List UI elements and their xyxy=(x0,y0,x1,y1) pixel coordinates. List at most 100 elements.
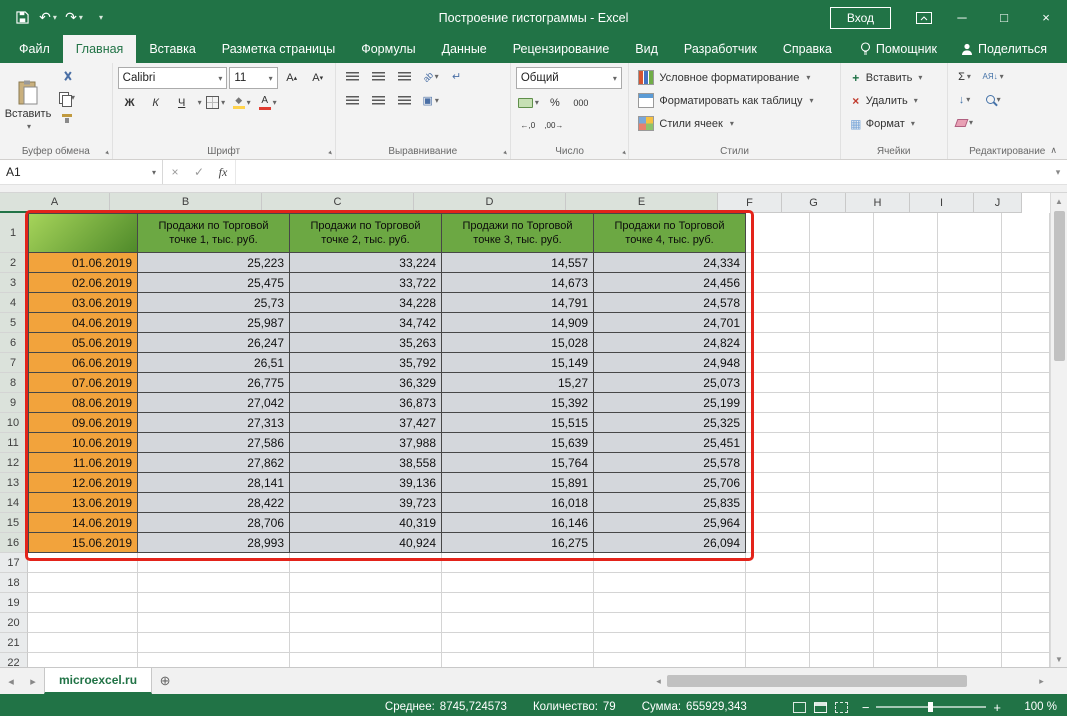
value-cell[interactable]: 25,475 xyxy=(138,273,290,293)
cell[interactable] xyxy=(810,593,874,613)
close-button[interactable]: × xyxy=(1025,0,1067,35)
cell[interactable] xyxy=(442,573,594,593)
row-header-20[interactable]: 20 xyxy=(0,613,28,633)
cell[interactable] xyxy=(290,613,442,633)
row-header-6[interactable]: 6 xyxy=(0,333,28,353)
cell[interactable] xyxy=(874,513,938,533)
cell[interactable] xyxy=(1002,433,1050,453)
row-header-1[interactable]: 1 xyxy=(0,213,28,253)
cell[interactable] xyxy=(810,213,874,253)
name-box[interactable]: A1▾ xyxy=(0,160,163,184)
cell[interactable] xyxy=(746,453,810,473)
ribbon-tab[interactable]: Главная xyxy=(63,35,137,63)
copy-button[interactable]: ▾ xyxy=(55,88,79,107)
value-cell[interactable]: 34,742 xyxy=(290,313,442,333)
cell[interactable] xyxy=(938,453,1002,473)
cell[interactable] xyxy=(746,613,810,633)
minimize-button[interactable]: ─ xyxy=(941,0,983,35)
row-header-16[interactable]: 16 xyxy=(0,533,28,553)
date-cell[interactable]: 08.06.2019 xyxy=(28,393,138,413)
value-cell[interactable]: 37,988 xyxy=(290,433,442,453)
cell[interactable] xyxy=(874,653,938,667)
cell[interactable] xyxy=(28,573,138,593)
ribbon-tab[interactable]: Формулы xyxy=(348,35,428,63)
cell[interactable] xyxy=(938,573,1002,593)
row-header-4[interactable]: 4 xyxy=(0,293,28,313)
value-cell[interactable]: 15,515 xyxy=(442,413,594,433)
cell[interactable] xyxy=(810,653,874,667)
collapse-ribbon-button[interactable]: ∧ xyxy=(1050,145,1057,156)
cell[interactable] xyxy=(28,613,138,633)
value-cell[interactable]: 24,824 xyxy=(594,333,746,353)
row-header-9[interactable]: 9 xyxy=(0,393,28,413)
find-select-button[interactable]: ▾ xyxy=(981,90,1006,109)
cell[interactable] xyxy=(938,333,1002,353)
value-cell[interactable]: 25,199 xyxy=(594,393,746,413)
next-sheet-button[interactable]: ▸ xyxy=(22,668,44,694)
horizontal-scrollbar-thumb[interactable] xyxy=(667,675,967,687)
sort-filter-button[interactable]: АЯ↓▾ xyxy=(981,67,1006,86)
decrease-decimal-button[interactable]: ,00→ xyxy=(542,116,566,135)
value-cell[interactable]: 39,723 xyxy=(290,493,442,513)
cell-a1[interactable] xyxy=(28,213,138,253)
cancel-formula-button[interactable]: × xyxy=(163,165,187,179)
cell[interactable] xyxy=(938,473,1002,493)
cell[interactable] xyxy=(810,333,874,353)
value-cell[interactable]: 25,73 xyxy=(138,293,290,313)
cell[interactable] xyxy=(810,453,874,473)
cell[interactable] xyxy=(810,513,874,533)
cell[interactable] xyxy=(938,553,1002,573)
cell[interactable] xyxy=(874,633,938,653)
ribbon-tab[interactable]: Рецензирование xyxy=(500,35,623,63)
ribbon-tab[interactable]: Разработчик xyxy=(671,35,770,63)
value-cell[interactable]: 33,224 xyxy=(290,253,442,273)
cell[interactable] xyxy=(810,353,874,373)
cell[interactable] xyxy=(1002,313,1050,333)
column-header-j[interactable]: J xyxy=(974,193,1022,213)
format-painter-button[interactable] xyxy=(55,109,79,128)
increase-font-button[interactable]: А▴ xyxy=(280,69,304,88)
value-cell[interactable]: 14,791 xyxy=(442,293,594,313)
cell[interactable] xyxy=(938,353,1002,373)
font-size-combo[interactable]: 11▾ xyxy=(229,67,277,89)
save-button[interactable] xyxy=(10,6,34,30)
row-header-18[interactable]: 18 xyxy=(0,573,28,593)
cell[interactable] xyxy=(1002,253,1050,273)
cell[interactable] xyxy=(138,633,290,653)
value-cell[interactable]: 28,706 xyxy=(138,513,290,533)
currency-format-button[interactable]: ▾ xyxy=(516,93,541,112)
zoom-level[interactable]: 100 % xyxy=(1013,701,1057,713)
zoom-slider[interactable] xyxy=(876,706,986,708)
cell[interactable] xyxy=(290,593,442,613)
column-header-d[interactable]: D xyxy=(414,193,566,213)
cell[interactable] xyxy=(874,253,938,273)
cell[interactable] xyxy=(1002,273,1050,293)
cell[interactable] xyxy=(938,593,1002,613)
cell[interactable] xyxy=(746,253,810,273)
cell[interactable] xyxy=(874,493,938,513)
redo-button[interactable]: ↷▾ xyxy=(62,6,86,30)
ribbon-tab[interactable]: Разметка страницы xyxy=(209,35,348,63)
align-left-button[interactable] xyxy=(341,91,365,110)
value-cell[interactable]: 33,722 xyxy=(290,273,442,293)
value-cell[interactable]: 35,792 xyxy=(290,353,442,373)
value-cell[interactable]: 15,028 xyxy=(442,333,594,353)
cell[interactable] xyxy=(28,593,138,613)
value-cell[interactable]: 24,334 xyxy=(594,253,746,273)
cell[interactable] xyxy=(810,273,874,293)
cell[interactable] xyxy=(874,573,938,593)
align-middle-button[interactable] xyxy=(367,67,391,86)
value-cell[interactable]: 27,042 xyxy=(138,393,290,413)
value-cell[interactable]: 25,325 xyxy=(594,413,746,433)
cell[interactable] xyxy=(442,553,594,573)
cell[interactable] xyxy=(938,513,1002,533)
date-cell[interactable]: 14.06.2019 xyxy=(28,513,138,533)
cell[interactable] xyxy=(1002,353,1050,373)
cell[interactable] xyxy=(138,653,290,667)
cell[interactable] xyxy=(594,613,746,633)
cell[interactable] xyxy=(938,613,1002,633)
value-cell[interactable]: 25,706 xyxy=(594,473,746,493)
date-cell[interactable]: 15.06.2019 xyxy=(28,533,138,553)
cell[interactable] xyxy=(594,593,746,613)
cell[interactable] xyxy=(28,653,138,667)
